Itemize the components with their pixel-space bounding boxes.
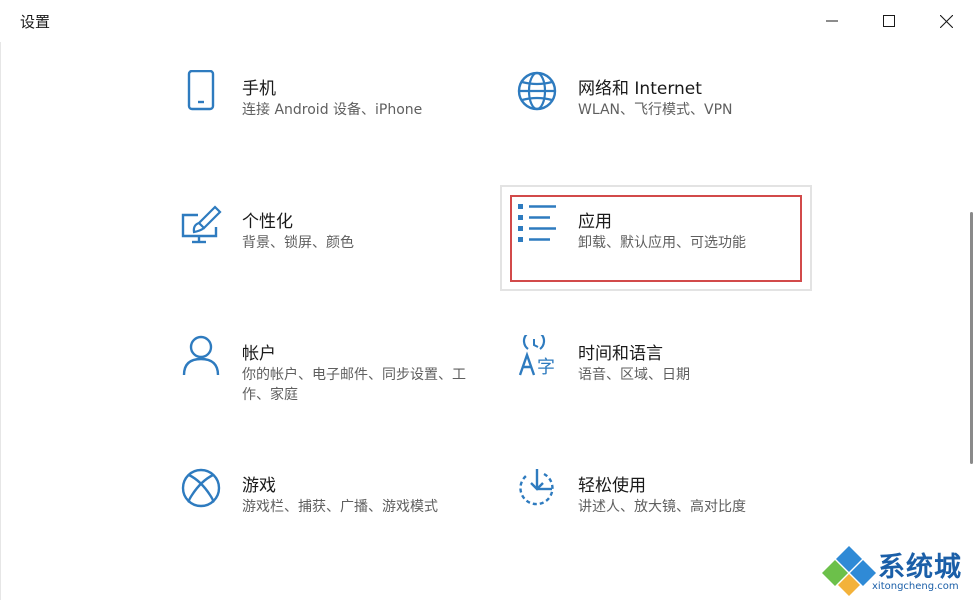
phone-icon bbox=[187, 70, 215, 111]
tile-network[interactable]: 网络和 Internet WLAN、飞行模式、VPN bbox=[516, 70, 816, 166]
tile-apps-desc: 卸载、默认应用、可选功能 bbox=[578, 235, 746, 251]
tile-time-language[interactable]: 字 时间和语言 语音、区域、日期 bbox=[516, 335, 816, 431]
person-icon bbox=[182, 335, 220, 376]
xbox-icon bbox=[181, 468, 221, 508]
apps-list-icon bbox=[518, 204, 556, 242]
close-button[interactable] bbox=[918, 0, 974, 42]
tile-ease-of-access[interactable]: 轻松使用 讲述人、放大镜、高对比度 bbox=[516, 467, 816, 563]
tile-phone-title: 手机 bbox=[242, 79, 276, 99]
globe-icon bbox=[517, 71, 557, 111]
tile-accounts-title: 帐户 bbox=[242, 344, 276, 364]
time-language-icon: 字 bbox=[518, 335, 555, 378]
maximize-icon bbox=[883, 15, 895, 27]
tile-time-language-title: 时间和语言 bbox=[578, 344, 663, 364]
tile-ease-of-access-desc: 讲述人、放大镜、高对比度 bbox=[578, 499, 746, 515]
tile-time-language-desc: 语音、区域、日期 bbox=[578, 367, 690, 383]
tile-gaming[interactable]: 游戏 游戏栏、捕获、广播、游戏模式 bbox=[180, 467, 470, 563]
scrollbar-thumb[interactable] bbox=[970, 212, 973, 464]
watermark-url: xitongcheng.com bbox=[872, 581, 959, 592]
tile-ease-of-access-title: 轻松使用 bbox=[578, 476, 646, 496]
diamond-logo-icon bbox=[822, 546, 876, 596]
tile-gaming-desc: 游戏栏、捕获、广播、游戏模式 bbox=[242, 499, 438, 515]
paint-monitor-icon bbox=[181, 205, 222, 244]
minimize-button[interactable] bbox=[804, 0, 860, 42]
tile-apps[interactable]: 应用 卸载、默认应用、可选功能 bbox=[516, 203, 816, 299]
svg-text:字: 字 bbox=[537, 357, 555, 378]
tile-accounts[interactable]: 帐户 你的帐户、电子邮件、同步设置、工作、家庭 bbox=[180, 335, 470, 431]
watermark-logo: 系统城 xitongcheng.com bbox=[822, 540, 972, 598]
close-icon bbox=[939, 14, 953, 28]
maximize-button[interactable] bbox=[861, 0, 917, 42]
tile-accounts-desc: 你的帐户、电子邮件、同步设置、工作、家庭 bbox=[242, 367, 466, 403]
ease-of-access-icon bbox=[519, 469, 554, 506]
window-left-edge bbox=[0, 42, 1, 600]
tile-network-desc: WLAN、飞行模式、VPN bbox=[578, 102, 733, 118]
minimize-icon bbox=[826, 20, 838, 22]
tile-network-title: 网络和 Internet bbox=[578, 79, 702, 99]
tile-personalization-title: 个性化 bbox=[242, 212, 293, 232]
tile-personalization[interactable]: 个性化 背景、锁屏、颜色 bbox=[180, 203, 470, 299]
tile-phone-desc: 连接 Android 设备、iPhone bbox=[242, 102, 423, 118]
title-bar: 设置 bbox=[0, 0, 976, 42]
tile-personalization-desc: 背景、锁屏、颜色 bbox=[242, 235, 354, 251]
window-title: 设置 bbox=[20, 13, 51, 31]
tile-gaming-title: 游戏 bbox=[242, 476, 276, 496]
tile-apps-title: 应用 bbox=[578, 212, 612, 232]
tile-phone[interactable]: 手机 连接 Android 设备、iPhone bbox=[180, 70, 470, 166]
watermark-text: 系统城 bbox=[878, 552, 962, 583]
